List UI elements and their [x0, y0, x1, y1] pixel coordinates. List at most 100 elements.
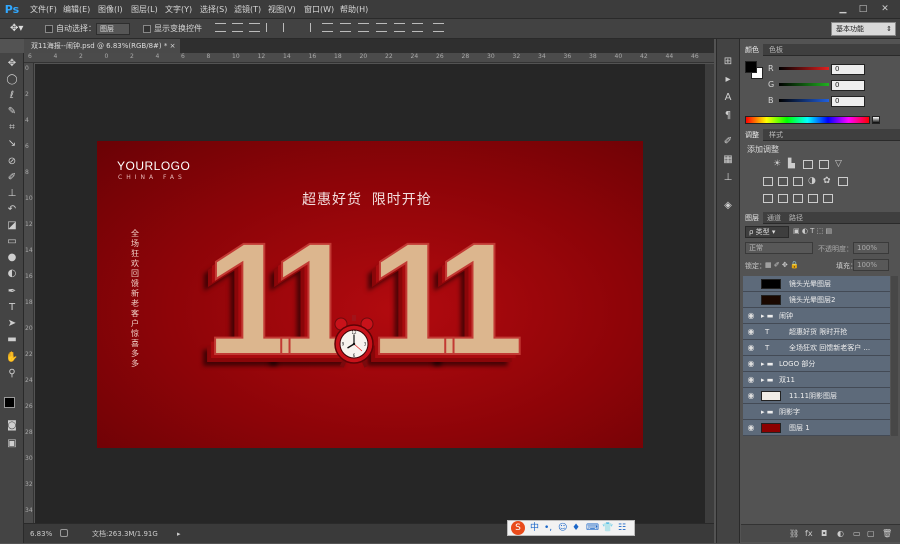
type-tool-icon[interactable]: T	[4, 301, 20, 315]
eraser-tool-icon[interactable]: ◪	[4, 219, 20, 233]
new-adjustment-icon[interactable]: ◐	[837, 525, 844, 543]
gradient-map-icon[interactable]	[823, 194, 833, 203]
vertical-scrollbar[interactable]	[705, 64, 714, 523]
channel-mixer-icon[interactable]: ✿	[823, 176, 831, 186]
eye-icon[interactable]: ◉	[745, 340, 757, 356]
eye-icon[interactable]: ◉	[745, 324, 757, 340]
color-spectrum[interactable]	[745, 116, 870, 124]
brush-presets-icon[interactable]: ▦	[720, 153, 736, 167]
lasso-tool-icon[interactable]: ℓ	[4, 89, 20, 103]
restore-icon[interactable]: □	[855, 2, 871, 16]
pen-tool-icon[interactable]: ✒	[4, 285, 20, 299]
move-tool-icon[interactable]: ✥▾	[10, 22, 30, 35]
ime-skin-icon[interactable]: 👕	[602, 521, 613, 535]
fill-input[interactable]: 100%	[853, 259, 889, 271]
new-layer-icon[interactable]: ▢	[867, 525, 875, 543]
move-tool-icon[interactable]: ✥	[4, 57, 20, 71]
eye-icon[interactable]: ◉	[745, 372, 757, 388]
selective-color-icon[interactable]	[808, 194, 818, 203]
tab-color[interactable]: 颜色	[741, 44, 763, 56]
show-transform-checkbox[interactable]	[143, 25, 151, 33]
shape-tool-icon[interactable]: ▬	[4, 333, 20, 347]
menu-edit[interactable]: 编辑(E)	[63, 3, 90, 16]
align-hcenter-icon[interactable]	[283, 23, 294, 32]
eye-icon[interactable]: ◉	[745, 308, 757, 324]
layer-row[interactable]: ◉ ▸ ▬ LOGO 部分	[743, 356, 890, 372]
clone-stamp-tool-icon[interactable]: ⊥	[4, 187, 20, 201]
new-group-icon[interactable]: ▭	[853, 525, 861, 543]
zoom-level[interactable]: 6.83%	[30, 524, 52, 544]
minimize-icon[interactable]: ▁	[835, 2, 851, 16]
color-lookup-icon[interactable]	[838, 177, 848, 186]
menu-help[interactable]: 帮助(H)	[340, 3, 368, 16]
g-value[interactable]: 0	[831, 80, 865, 91]
character-panel-icon[interactable]: A	[720, 91, 736, 105]
menu-file[interactable]: 文件(F)	[30, 3, 57, 16]
layer-row[interactable]: ▸ ▬ 阴影字	[743, 404, 890, 420]
layers-scrollbar[interactable]	[891, 276, 898, 436]
eye-icon[interactable]	[745, 404, 757, 420]
eye-icon[interactable]: ◉	[745, 420, 757, 436]
tab-swatches[interactable]: 色板	[765, 44, 787, 56]
ime-voice-icon[interactable]: ♦	[572, 521, 580, 535]
bw-ramp[interactable]	[872, 116, 880, 124]
layer-row[interactable]: ◉ 图层 1	[743, 420, 890, 436]
menu-type[interactable]: 文字(Y)	[165, 3, 192, 16]
menu-filter[interactable]: 滤镜(T)	[234, 3, 261, 16]
distribute-hcenter-icon[interactable]	[394, 23, 405, 32]
menu-layer[interactable]: 图层(L)	[131, 3, 158, 16]
ime-punct-icon[interactable]: •,	[544, 521, 552, 535]
distribute-bottom-icon[interactable]	[358, 23, 369, 32]
align-right-icon[interactable]	[300, 23, 311, 32]
gradient-tool-icon[interactable]: ▭	[4, 235, 20, 249]
distribute-top-icon[interactable]	[322, 23, 333, 32]
r-slider[interactable]	[779, 67, 829, 70]
ime-keyboard-icon[interactable]: ⌨	[586, 521, 599, 535]
eye-icon[interactable]	[745, 292, 757, 308]
paragraph-panel-icon[interactable]: ¶	[720, 109, 736, 123]
menu-image[interactable]: 图像(I)	[98, 3, 123, 16]
workspace-dropdown[interactable]: 基本功能 ⇕	[831, 22, 896, 36]
navigator-panel-icon[interactable]: ◈	[720, 199, 736, 213]
layer-row[interactable]: 镜头光晕图层2	[743, 292, 890, 308]
threshold-icon[interactable]	[793, 194, 803, 203]
align-bottom-icon[interactable]	[249, 23, 260, 32]
distribute-left-icon[interactable]	[376, 23, 387, 32]
tab-layers[interactable]: 图层	[741, 212, 763, 224]
eye-icon[interactable]: ◉	[745, 356, 757, 372]
sogou-icon[interactable]: S	[511, 521, 525, 535]
g-slider[interactable]	[779, 83, 829, 86]
brightness-icon[interactable]: ☀	[773, 159, 781, 169]
zoom-tool-icon[interactable]: ⚲	[4, 367, 20, 381]
align-vcenter-icon[interactable]	[232, 23, 243, 32]
align-left-icon[interactable]	[266, 23, 277, 32]
path-select-tool-icon[interactable]: ➤	[4, 317, 20, 331]
ime-mode-icon[interactable]: 中	[530, 521, 539, 535]
menu-view[interactable]: 视图(V)	[268, 3, 296, 16]
share-icon[interactable]	[60, 529, 68, 537]
levels-icon[interactable]: ▙	[788, 159, 795, 169]
photo-filter-icon[interactable]: ◑	[808, 176, 816, 186]
brush-tool-icon[interactable]: ✐	[4, 171, 20, 185]
exposure-icon[interactable]	[819, 160, 829, 169]
layer-style-icon[interactable]: fx	[805, 525, 813, 543]
status-menu-icon[interactable]: ▸	[177, 524, 181, 544]
tab-adjustments[interactable]: 调整	[741, 129, 763, 141]
add-mask-icon[interactable]: ◘	[821, 525, 827, 543]
dodge-tool-icon[interactable]: ◐	[4, 267, 20, 281]
folder-icon[interactable]: ▸ ▬	[761, 404, 773, 420]
auto-select-dropdown[interactable]: 图层	[96, 23, 130, 35]
delete-layer-icon[interactable]: 🗑	[882, 525, 892, 543]
align-top-icon[interactable]	[215, 23, 226, 32]
poster-artboard[interactable]: YOURLOGO CHINA FAS 超惠好货 限时开抢 全场狂欢 回馈新老客户…	[97, 141, 643, 448]
eyedropper-tool-icon[interactable]: ↘	[4, 137, 20, 151]
layer-row[interactable]: ◉ 11.11阴影图层	[743, 388, 890, 404]
curves-icon[interactable]	[803, 160, 813, 169]
layer-row[interactable]: 镜头光晕图层	[743, 276, 890, 292]
layer-row[interactable]: ◉ T 超惠好货 限时开抢	[743, 324, 890, 340]
opacity-input[interactable]: 100%	[853, 242, 889, 254]
layer-filter-icons[interactable]: ▣ ◐ T ⬚ ▤	[793, 227, 888, 237]
color-balance-icon[interactable]	[778, 177, 788, 186]
quick-select-tool-icon[interactable]: ✎	[4, 105, 20, 119]
brush-panel-icon[interactable]: ✐	[720, 135, 736, 149]
